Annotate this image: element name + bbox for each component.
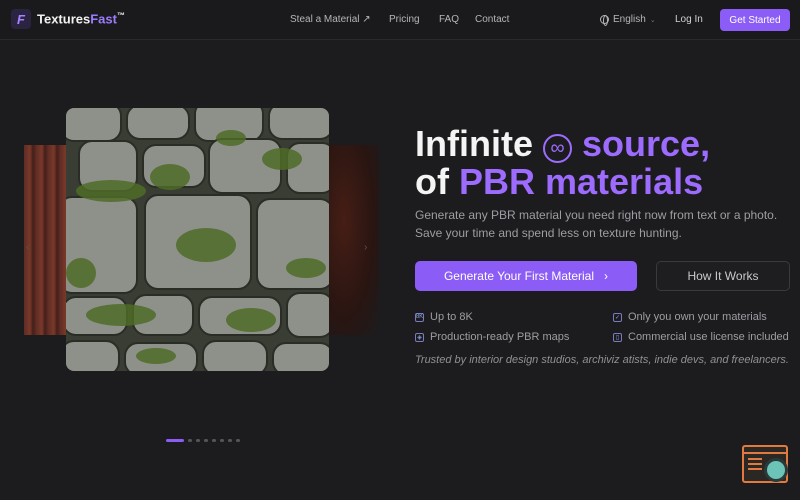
language-label: English [613,14,646,25]
carousel-slide-prev-preview[interactable] [24,145,66,335]
hero-title: Infinite ∞ source, of PBR materials [415,123,711,202]
carousel-dot[interactable] [212,439,216,442]
carousel-dot[interactable] [228,439,232,442]
site-header: F TexturesFast™ Steal a Material ↗ Prici… [0,0,800,40]
carousel-dot[interactable] [204,439,208,442]
resolution-icon: 8K [415,312,424,322]
nav-link-contact[interactable]: Contact [475,14,509,25]
carousel-slide-next-preview[interactable] [329,145,379,335]
feature-item: ◈ Production-ready PBR maps [415,331,569,343]
carousel-next-icon[interactable]: › [364,242,367,253]
feature-item: 8K Up to 8K [415,311,473,323]
trusted-by-text: Trusted by interior design studios, arch… [415,354,789,366]
hero-subtitle: Generate any PBR material you need right… [415,208,778,240]
carousel-dot[interactable] [196,439,200,442]
chevron-right-icon: › [604,269,609,283]
language-selector[interactable]: English ⌄ [600,14,656,26]
chevron-down-icon: ⌄ [649,16,656,24]
globe-icon [600,15,609,26]
nav-link-pricing[interactable]: Pricing [389,14,420,25]
feature-item: ✓ Only you own your materials [613,311,767,323]
carousel-pagination [166,439,240,442]
carousel-active-slide-stone-wall-texture [66,108,329,371]
check-icon: ✓ [613,312,622,322]
nav-link-steal-material[interactable]: Steal a Material ↗ [290,14,371,25]
carousel-dot[interactable] [188,439,192,442]
document-icon: ▯ [613,332,622,342]
feature-item: ▯ Commercial use license included [613,331,789,343]
get-started-button[interactable]: Get Started [720,9,790,31]
infinity-icon: ∞ [543,134,572,163]
nav-link-faq[interactable]: FAQ [439,14,459,25]
floating-help-widget-icon[interactable] [742,445,790,487]
how-it-works-button[interactable]: How It Works [656,261,790,291]
logo[interactable]: F TexturesFast™ [11,9,125,29]
carousel-dot[interactable] [236,439,240,442]
login-link[interactable]: Log In [675,14,703,25]
layers-icon: ◈ [415,332,424,342]
carousel-prev-icon[interactable]: ‹ [26,242,29,253]
carousel-dot[interactable] [220,439,224,442]
logo-icon: F [11,9,31,29]
generate-first-material-button[interactable]: Generate Your First Material › [415,261,637,291]
brand-name: TexturesFast™ [37,11,125,27]
carousel-dot[interactable] [166,439,184,442]
